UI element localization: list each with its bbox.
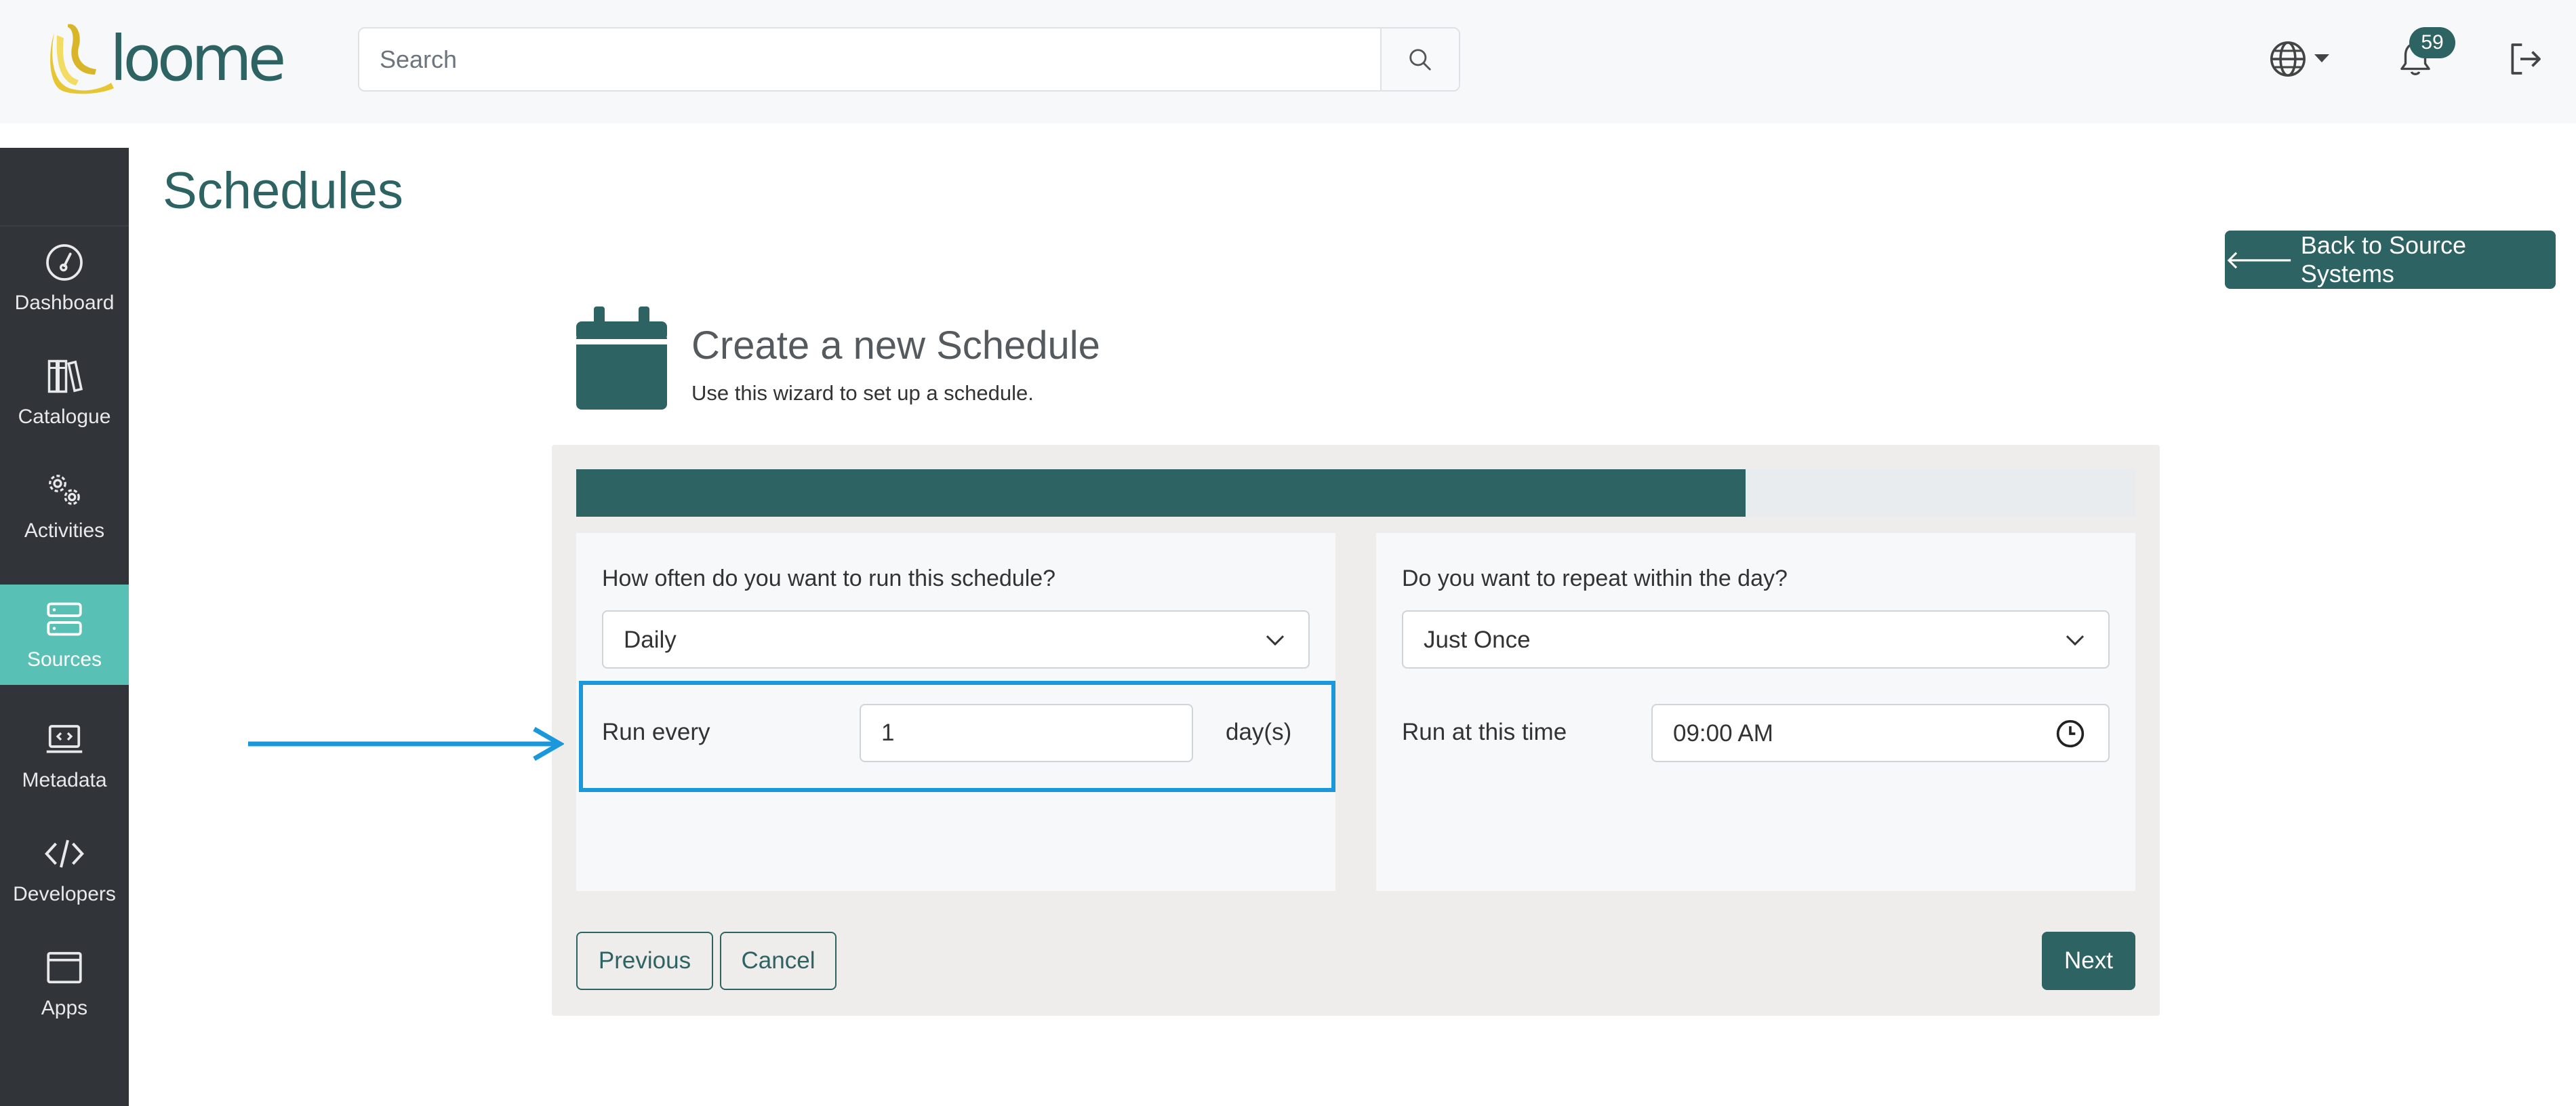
catalogue-icon <box>47 359 83 393</box>
previous-button[interactable]: Previous <box>576 932 713 990</box>
sidebar-item-activities[interactable]: Activities <box>0 456 129 556</box>
sidebar-item-apps[interactable]: Apps <box>0 933 129 1033</box>
sidebar-item-dashboard[interactable]: Dashboard <box>0 228 129 328</box>
repeat-question: Do you want to repeat within the day? <box>1402 566 1788 591</box>
page-title: Schedules <box>163 162 403 220</box>
frequency-question: How often do you want to run this schedu… <box>602 566 1056 591</box>
arrow-left-icon: 🡐 <box>2225 246 2294 275</box>
cancel-button[interactable]: Cancel <box>720 932 837 990</box>
run-time-input[interactable]: 09:00 AM <box>1651 704 2110 762</box>
search-input[interactable] <box>359 28 1382 90</box>
sidebar-item-metadata[interactable]: Metadata <box>0 705 129 806</box>
activities-icon <box>49 475 80 505</box>
repeat-select[interactable]: Just Once <box>1402 610 2110 669</box>
back-to-source-systems-button[interactable]: 🡐 Back to Source Systems <box>2225 231 2556 289</box>
calendar-icon <box>576 307 667 410</box>
logout-button[interactable] <box>2501 35 2549 83</box>
run-every-label: Run every <box>602 719 710 745</box>
run-every-unit: day(s) <box>1226 719 1292 745</box>
wizard-title: Create a new Schedule <box>691 323 1100 368</box>
repeat-select-value: Just Once <box>1424 627 1531 653</box>
chevron-down-icon <box>1266 635 1285 646</box>
loome-logo[interactable]: loome <box>49 20 334 95</box>
wizard-progress-bar <box>576 469 2135 517</box>
sidebar-item-label: Catalogue <box>18 406 111 428</box>
run-every-input[interactable]: 1 <box>860 704 1193 762</box>
sidebar-item-label: Sources <box>26 648 102 671</box>
run-time-label: Run at this time <box>1402 719 1567 745</box>
sidebar-item-catalogue[interactable]: Catalogue <box>0 342 129 442</box>
sources-icon <box>47 602 82 636</box>
back-button-label: Back to Source Systems <box>2300 231 2467 288</box>
sidebar-item-label: Activities <box>24 519 105 542</box>
code-icon <box>45 840 84 868</box>
dashboard-icon <box>46 244 83 281</box>
schedule-wizard: How often do you want to run this schedu… <box>552 445 2160 1016</box>
sidebar-item-label: Apps <box>41 997 88 1019</box>
frequency-select[interactable]: Daily <box>602 610 1310 669</box>
repeat-card: Do you want to repeat within the day? Ju… <box>1376 533 2135 891</box>
frequency-card: How often do you want to run this schedu… <box>576 533 1335 891</box>
wizard-progress-fill <box>576 469 1746 517</box>
run-time-value: 09:00 AM <box>1673 720 1773 747</box>
globe-icon <box>2270 41 2306 77</box>
chevron-down-icon[interactable] <box>2313 53 2331 64</box>
sidebar: Dashboard Catalogue Activities Sources M… <box>0 148 129 1106</box>
notification-count-badge: 59 <box>2409 27 2455 58</box>
apps-icon <box>47 951 82 984</box>
search-icon <box>1409 48 1431 71</box>
wizard-subtitle: Use this wizard to set up a schedule. <box>691 381 1034 405</box>
top-header: loome 59 <box>0 0 2576 123</box>
next-button[interactable]: Next <box>2042 932 2135 990</box>
search-bar <box>358 27 1460 92</box>
sidebar-item-label: Metadata <box>22 769 107 791</box>
search-button[interactable] <box>1380 28 1459 90</box>
annotation-arrow-icon <box>248 727 564 761</box>
metadata-icon <box>46 725 83 753</box>
sidebar-item-sources[interactable]: Sources <box>0 585 129 685</box>
sidebar-item-developers[interactable]: Developers <box>0 819 129 920</box>
svg-text:loome: loome <box>110 22 283 95</box>
sidebar-item-label: Dashboard <box>14 292 115 314</box>
clock-icon[interactable] <box>2055 719 2085 749</box>
sidebar-item-label: Developers <box>13 883 116 905</box>
frequency-select-value: Daily <box>624 627 677 653</box>
sidebar-top <box>0 148 129 226</box>
language-button[interactable] <box>2264 35 2312 83</box>
logout-icon <box>2511 43 2541 75</box>
chevron-down-icon <box>2066 635 2085 646</box>
